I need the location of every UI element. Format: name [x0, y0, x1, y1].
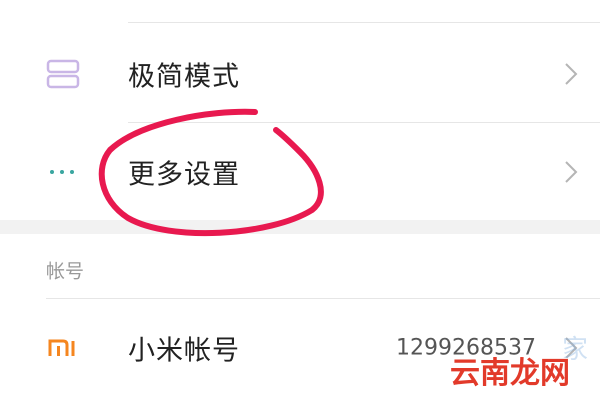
chevron-right-icon	[564, 62, 578, 86]
settings-row-minimal-mode[interactable]: 极简模式	[0, 26, 600, 122]
chevron-right-icon	[564, 160, 578, 184]
minimal-mode-label: 极简模式	[128, 61, 240, 93]
watermark-logo-text: 云南龙网	[450, 356, 570, 391]
section-divider	[46, 298, 600, 299]
more-dots-icon	[46, 156, 80, 188]
top-divider	[128, 22, 600, 23]
mi-logo-icon	[46, 332, 80, 364]
section-gap	[0, 220, 600, 234]
layout-blocks-icon	[46, 58, 80, 90]
account-section-title: 帐号	[46, 260, 85, 283]
mi-account-label: 小米帐号	[128, 335, 240, 367]
more-settings-label: 更多设置	[128, 159, 240, 191]
settings-row-more-settings[interactable]: 更多设置	[0, 124, 600, 220]
account-section-header: 帐号	[0, 234, 600, 306]
row-divider	[128, 122, 600, 123]
settings-screen: 极简模式 更多设置 帐号 小米帐号 1299268537 家 云南龙网	[0, 0, 600, 400]
